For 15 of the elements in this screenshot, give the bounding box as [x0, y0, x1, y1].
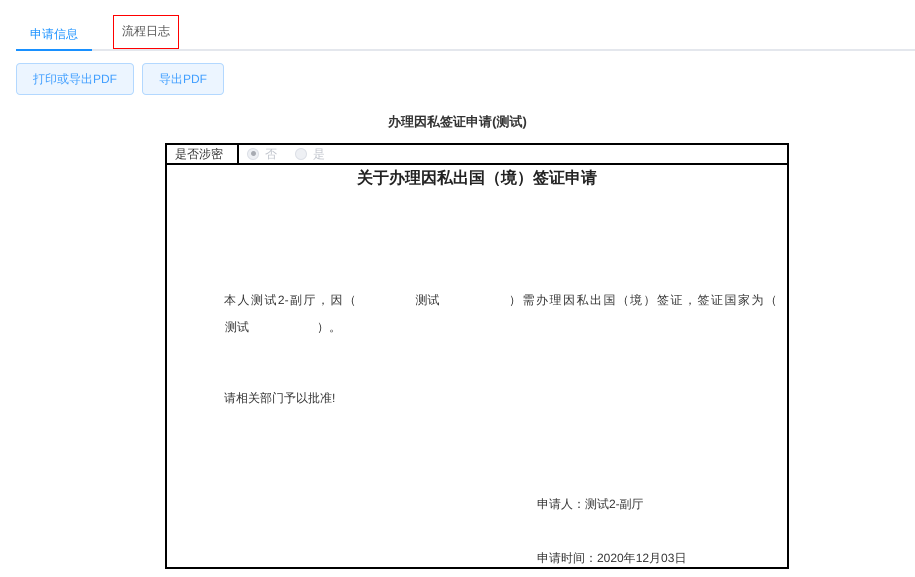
body-text: 请相关部门予以批准!: [224, 390, 336, 404]
body-text: 本人测试2-副厅，因（: [224, 292, 358, 306]
export-button[interactable]: 打印或导出PDF: [16, 63, 134, 95]
export-button[interactable]: 导出PDF: [142, 63, 224, 95]
tab[interactable]: 流程日志: [114, 16, 178, 48]
tab[interactable]: 申请信息: [16, 19, 92, 51]
body-text: ）。: [317, 320, 341, 334]
fill-in-line: 测试: [224, 318, 250, 336]
field-label: 是否涉密: [167, 144, 239, 162]
date-text: 申请时间：2020年12月03日: [537, 550, 686, 564]
applicant-text: 申请人：测试2-副厅: [537, 496, 644, 510]
document-heading: 关于办理因私出国（境）签证申请: [356, 168, 598, 188]
fill-in-line: 测试: [414, 292, 440, 308]
body-text: ）需办理因私出国（境）签证，签证国家为（: [507, 292, 778, 306]
form-title: 办理因私签证申请(测试): [386, 113, 528, 131]
